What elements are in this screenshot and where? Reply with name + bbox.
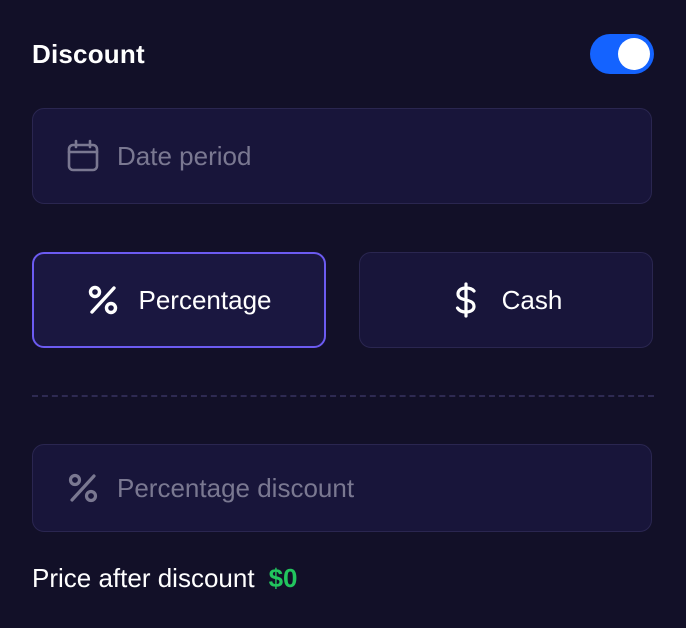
date-period-input[interactable] (117, 140, 651, 172)
discount-toggle[interactable] (590, 34, 654, 74)
dashed-divider (32, 395, 654, 397)
percentage-option[interactable]: Percentage (32, 252, 326, 348)
percentage-option-label: Percentage (138, 284, 272, 315)
percent-icon (87, 282, 119, 318)
discount-header: Discount (32, 30, 654, 78)
cash-option-label: Cash (501, 284, 563, 315)
cash-option[interactable]: Cash (359, 252, 653, 348)
price-label: Price after discount (32, 562, 255, 593)
date-period-field[interactable] (32, 108, 652, 204)
price-value: $0 (268, 562, 298, 593)
dollar-icon (450, 282, 482, 318)
price-after-discount-row: Price after discount $0 (32, 556, 297, 600)
calendar-icon (65, 138, 101, 174)
percent-icon (65, 470, 101, 506)
percentage-discount-field[interactable] (32, 444, 652, 532)
percentage-discount-input[interactable] (117, 472, 651, 504)
section-title: Discount (32, 38, 145, 69)
toggle-knob (618, 38, 650, 70)
